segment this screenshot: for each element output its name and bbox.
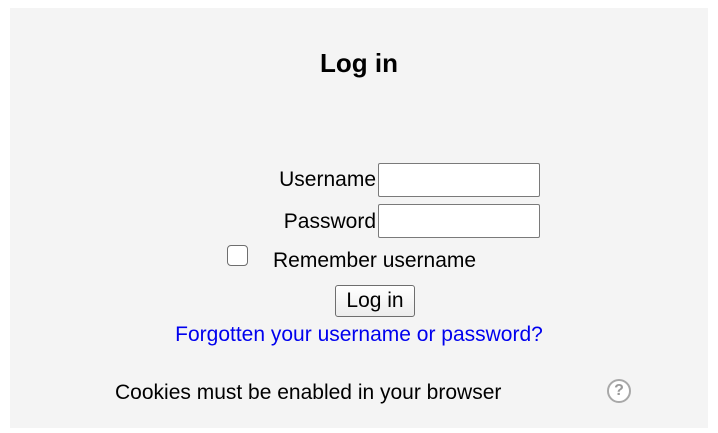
remember-username-checkbox[interactable] — [227, 245, 248, 266]
page-title: Log in — [320, 48, 398, 78]
help-icon[interactable]: ? — [607, 379, 631, 403]
password-label: Password — [283, 210, 376, 233]
forgot-password-link[interactable]: Forgotten your username or password? — [10, 323, 708, 347]
cookies-notice: Cookies must be enabled in your browser — [115, 381, 502, 404]
username-input[interactable] — [378, 163, 540, 197]
username-label: Username — [279, 168, 376, 191]
password-input[interactable] — [378, 204, 540, 238]
remember-username-label[interactable]: Remember username — [273, 249, 476, 273]
login-panel: Log in Username Password Remember userna… — [10, 8, 708, 428]
login-button[interactable]: Log in — [335, 285, 415, 317]
